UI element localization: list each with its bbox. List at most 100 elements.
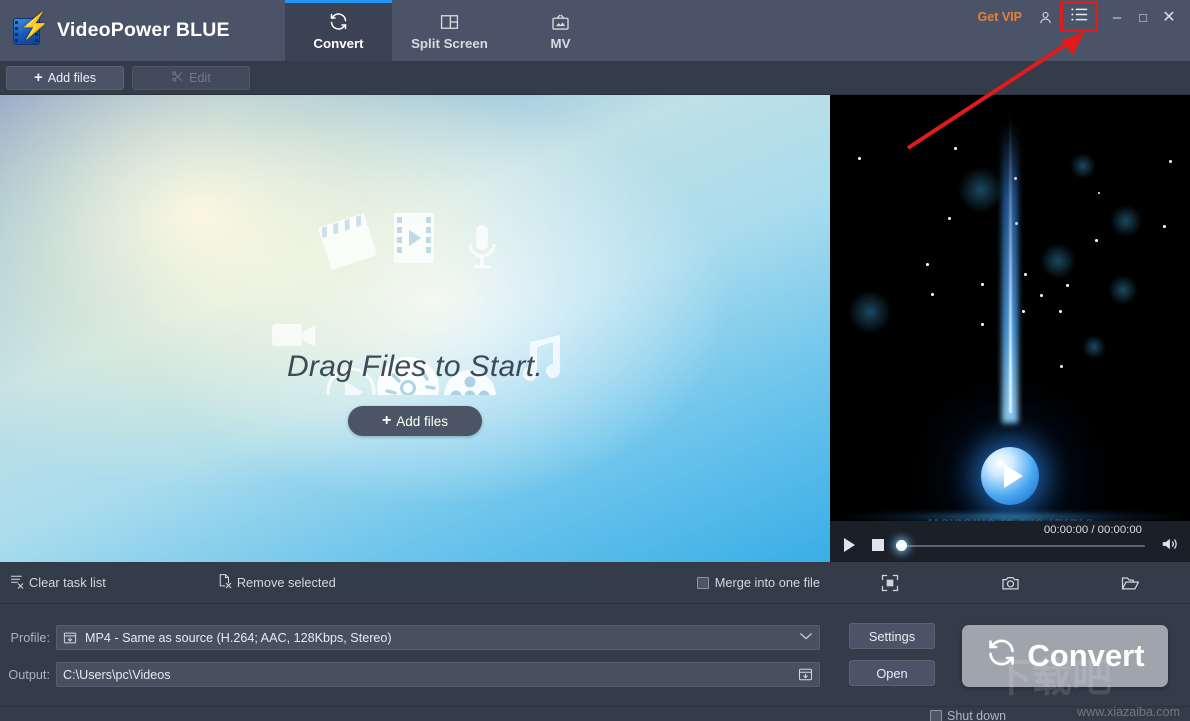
- window-controls: Get VIP – □ ✕: [978, 1, 1190, 32]
- drop-zone-title: Drag Files to Start.: [286, 350, 544, 383]
- light-beam-core: [1008, 113, 1012, 413]
- microphone-icon: [468, 225, 496, 269]
- minimize-button[interactable]: –: [1104, 4, 1130, 30]
- clear-task-list-label: Clear task list: [29, 575, 106, 590]
- tab-mv-label: MV: [550, 35, 571, 51]
- bokeh-glow: [848, 290, 892, 334]
- merge-into-one-file-checkbox[interactable]: Merge into one file: [696, 575, 820, 590]
- refresh-convert-icon: [985, 636, 1018, 677]
- checkbox-box[interactable]: [930, 710, 942, 721]
- star: [1169, 160, 1172, 163]
- folder-browse-icon[interactable]: [798, 667, 813, 682]
- profile-select[interactable]: MP4 - Same as source (H.264; AAC, 128Kbp…: [56, 625, 820, 650]
- filmstrip-play-icon: [394, 213, 434, 263]
- settings-button[interactable]: Settings: [849, 623, 935, 649]
- clapperboard-icon: [318, 213, 377, 270]
- star: [858, 157, 861, 160]
- bokeh-glow: [1082, 335, 1106, 359]
- menu-button-wrapper[interactable]: [1060, 1, 1098, 32]
- profile-value: MP4 - Same as source (H.264; AAC, 128Kbp…: [85, 630, 392, 645]
- star: [981, 323, 984, 326]
- clear-task-list-button[interactable]: Clear task list: [10, 574, 106, 592]
- film-bolt-logo-icon: ⚡: [10, 13, 50, 48]
- star: [948, 217, 951, 220]
- star: [1040, 294, 1043, 297]
- tab-split-screen-label: Split Screen: [411, 35, 488, 51]
- bokeh-glow: [1108, 275, 1138, 305]
- clear-list-icon: [10, 574, 25, 592]
- add-files-label: Add files: [47, 70, 97, 85]
- tab-convert[interactable]: Convert: [285, 0, 392, 61]
- chevron-down-icon[interactable]: [799, 631, 813, 644]
- user-account-icon[interactable]: [1032, 4, 1058, 30]
- stop-icon[interactable]: [872, 539, 884, 551]
- fullscreen-icon[interactable]: [830, 573, 950, 593]
- preview-play-badge-icon[interactable]: [981, 447, 1039, 505]
- seek-slider-handle[interactable]: [896, 540, 907, 551]
- output-row: Output: C:\Users\pc\Videos: [0, 662, 820, 687]
- checkbox-box[interactable]: [696, 576, 709, 589]
- edit-button[interactable]: Edit: [132, 65, 250, 90]
- add-files-button[interactable]: + Add files: [6, 65, 124, 90]
- tab-split-screen[interactable]: Split Screen: [392, 0, 507, 61]
- output-value: C:\Users\pc\Videos: [63, 667, 171, 682]
- shut-down-checkbox[interactable]: Shut down: [930, 709, 1006, 721]
- drop-zone[interactable]: Drag Files to Start. + Add files: [0, 95, 830, 562]
- tab-mv[interactable]: MV: [507, 0, 614, 61]
- main-tabs: Convert Split Screen MV: [285, 0, 614, 61]
- video-preview-panel[interactable]: Welcome to the future: [830, 95, 1190, 521]
- application-window: ⚡ VideoPower BLUE Convert Split Screen M…: [0, 0, 1190, 721]
- close-button[interactable]: ✕: [1156, 4, 1182, 30]
- star: [1059, 310, 1062, 313]
- volume-icon[interactable]: [1159, 535, 1180, 553]
- remove-selected-button[interactable]: Remove selected: [218, 573, 336, 592]
- open-button[interactable]: Open: [849, 660, 935, 686]
- edit-label: Edit: [189, 70, 211, 85]
- drop-zone-add-files-button[interactable]: + Add files: [348, 406, 482, 436]
- bokeh-glow: [1110, 205, 1142, 237]
- title-bar: ⚡ VideoPower BLUE Convert Split Screen M…: [0, 0, 1190, 61]
- brand-area: ⚡ VideoPower BLUE: [0, 0, 285, 61]
- tv-mv-icon: [550, 11, 571, 33]
- star: [954, 147, 957, 150]
- camera-snapshot-icon[interactable]: [950, 573, 1070, 593]
- star: [1163, 225, 1166, 228]
- star: [981, 283, 984, 286]
- plus-icon: +: [33, 69, 43, 86]
- open-folder-icon[interactable]: [1070, 573, 1190, 593]
- bokeh-glow: [1070, 153, 1096, 179]
- star: [1022, 310, 1025, 313]
- convert-button-label: Convert: [1027, 638, 1145, 673]
- star: [1098, 192, 1100, 194]
- drop-zone-center: Drag Files to Start. + Add files: [0, 350, 830, 436]
- bokeh-glow: [1040, 243, 1076, 279]
- star: [1095, 239, 1098, 242]
- task-list-bar: Clear task list Remove selected Merge in…: [0, 562, 830, 604]
- drop-zone-add-files-label: Add files: [396, 413, 449, 429]
- remove-selected-label: Remove selected: [236, 575, 336, 590]
- remove-file-icon: [218, 573, 233, 592]
- output-path-input[interactable]: C:\Users\pc\Videos: [56, 662, 820, 687]
- play-icon[interactable]: [844, 538, 855, 552]
- maximize-button[interactable]: □: [1130, 4, 1156, 30]
- star: [1066, 284, 1069, 287]
- profile-row: Profile: MP4 - Same as source (H.264; AA…: [0, 625, 820, 650]
- list-menu-icon[interactable]: [1070, 7, 1089, 27]
- scissors-icon: [171, 70, 184, 86]
- profile-label: Profile:: [10, 630, 51, 645]
- merge-into-one-file-label: Merge into one file: [714, 575, 820, 590]
- plus-icon: +: [381, 412, 392, 429]
- shut-down-label: Shut down: [947, 709, 1007, 721]
- bokeh-glow: [958, 167, 1004, 213]
- seek-slider-track[interactable]: [900, 545, 1145, 547]
- star: [1060, 365, 1063, 368]
- preview-transport-controls: 00:00:00 / 00:00:00: [830, 521, 1190, 562]
- convert-button[interactable]: Convert: [962, 625, 1168, 687]
- star: [926, 263, 929, 266]
- split-screen-icon: [439, 11, 460, 33]
- get-vip-link[interactable]: Get VIP: [978, 10, 1022, 24]
- preview-tools-bar: [830, 562, 1190, 604]
- file-toolbar: + Add files Edit: [0, 61, 1190, 95]
- tab-convert-label: Convert: [313, 35, 364, 51]
- refresh-convert-icon: [328, 11, 349, 33]
